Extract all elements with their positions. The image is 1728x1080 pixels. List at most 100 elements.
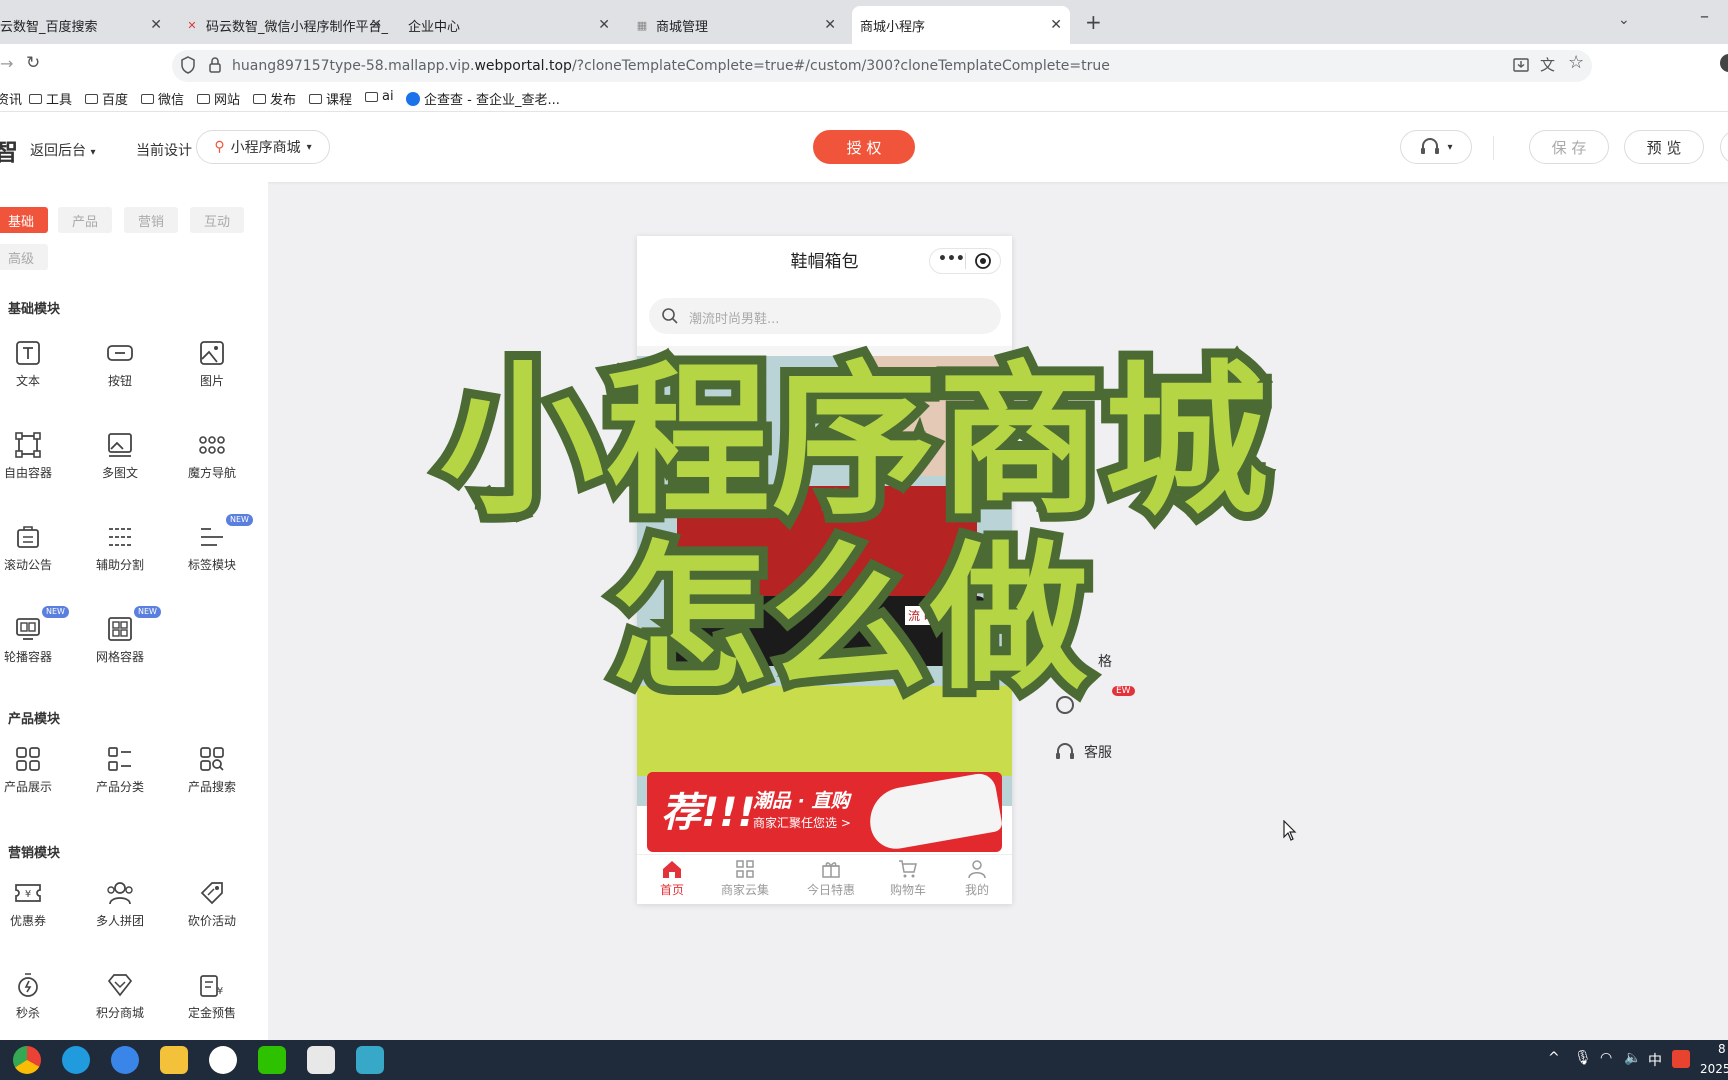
module-image[interactable]: 图片 bbox=[166, 328, 258, 404]
module-product-search[interactable]: 产品搜索 bbox=[166, 734, 258, 810]
browser-tab[interactable]: 企业中心 ✕ bbox=[400, 6, 618, 44]
chevron-down-icon[interactable]: ⌄ bbox=[1618, 12, 1630, 28]
module-flash-sale[interactable]: 秒杀 bbox=[0, 960, 74, 1036]
bookmark-folder[interactable]: 工具 bbox=[29, 89, 72, 108]
nav-home[interactable]: 首页 bbox=[637, 859, 707, 898]
module-product-category[interactable]: 产品分类 bbox=[74, 734, 166, 810]
bookmark-folder[interactable]: 课程 bbox=[309, 89, 352, 108]
close-icon[interactable]: ✕ bbox=[598, 17, 610, 33]
user-icon bbox=[968, 860, 986, 879]
star-icon[interactable]: ☆ bbox=[1568, 52, 1584, 73]
bookmark-folder[interactable]: 发布 bbox=[253, 89, 296, 108]
overlay-title-line1: 小程序商城 bbox=[431, 346, 1277, 537]
wifi-icon[interactable]: ◠ bbox=[1600, 1050, 1612, 1066]
reload-icon[interactable]: ↻ bbox=[26, 53, 40, 73]
browser-tab[interactable]: ✕ 码云数智_微信小程序制作平台_ ✕ bbox=[176, 6, 390, 44]
close-icon[interactable]: ✕ bbox=[370, 17, 382, 33]
folder-icon bbox=[141, 93, 154, 104]
category-tab-product[interactable]: 产品 bbox=[58, 207, 112, 233]
module-button[interactable]: 按钮 bbox=[74, 328, 166, 404]
app-icon[interactable] bbox=[356, 1046, 384, 1074]
more-button[interactable] bbox=[1720, 130, 1728, 164]
bookmark-folder[interactable]: 百度 bbox=[85, 89, 128, 108]
category-tab-marketing[interactable]: 营销 bbox=[124, 207, 178, 233]
authorize-button[interactable]: 授 权 bbox=[813, 130, 915, 164]
microphone-icon[interactable]: 🎙 bbox=[1574, 1050, 1592, 1066]
close-icon[interactable]: ✕ bbox=[824, 17, 836, 33]
bookmark-folder[interactable]: ai bbox=[365, 89, 394, 104]
profile-icon[interactable] bbox=[1720, 54, 1728, 72]
notice-icon bbox=[17, 526, 39, 548]
sogou-ime-icon[interactable] bbox=[1672, 1050, 1690, 1068]
customer-service-button[interactable]: 客服 bbox=[1054, 742, 1112, 762]
support-dropdown[interactable]: ▾ bbox=[1400, 130, 1472, 164]
close-icon[interactable]: ✕ bbox=[150, 17, 162, 33]
bookmark-folder[interactable]: 微信 bbox=[141, 89, 184, 108]
category-tab-advanced[interactable]: 高级 bbox=[0, 244, 48, 270]
module-divider[interactable]: 辅助分割 bbox=[74, 512, 166, 588]
minimize-icon[interactable]: – bbox=[1700, 6, 1709, 27]
lock-icon[interactable] bbox=[208, 56, 222, 74]
browser-tab[interactable]: ▦ 商城管理 ✕ bbox=[626, 6, 844, 44]
nav-mine[interactable]: 我的 bbox=[942, 859, 1012, 898]
more-dots-icon[interactable]: ••• bbox=[938, 251, 965, 267]
url-field[interactable]: huang897157type-58.mallapp.vip.webportal… bbox=[172, 50, 1592, 82]
volume-icon[interactable]: 🔈 bbox=[1624, 1050, 1641, 1066]
category-tab-basic[interactable]: 基础 bbox=[0, 207, 48, 233]
capsule-menu[interactable]: ••• bbox=[929, 248, 1001, 274]
module-label: 产品搜索 bbox=[187, 780, 236, 794]
app-icon[interactable] bbox=[307, 1046, 335, 1074]
preview-button[interactable]: 预 览 bbox=[1624, 130, 1704, 164]
nav-cart[interactable]: 购物车 bbox=[873, 859, 943, 898]
bookmark-item[interactable]: 资讯 bbox=[0, 89, 22, 108]
save-button[interactable]: 保 存 bbox=[1529, 130, 1609, 164]
module-multi-image-text[interactable]: 多图文 bbox=[74, 420, 166, 496]
close-icon[interactable]: ✕ bbox=[1050, 17, 1062, 33]
grid-favicon-icon: ▦ bbox=[636, 18, 648, 32]
chrome-icon[interactable] bbox=[13, 1046, 41, 1074]
bookmark-label: 百度 bbox=[102, 93, 129, 108]
sogou-browser-icon[interactable] bbox=[111, 1046, 139, 1074]
install-app-icon[interactable] bbox=[1512, 56, 1530, 74]
nav-deals[interactable]: 今日特惠 bbox=[796, 859, 866, 898]
translate-icon[interactable]: 文 bbox=[1540, 54, 1555, 75]
qq-icon[interactable] bbox=[209, 1046, 237, 1074]
module-product-display[interactable]: 产品展示 bbox=[0, 734, 74, 810]
promo-banner[interactable]: 荐!!! 潮品 · 直购 商家汇聚任您选 > bbox=[647, 772, 1002, 852]
new-badge: NEW bbox=[226, 514, 253, 526]
module-points-mall[interactable]: 积分商城 bbox=[74, 960, 166, 1036]
design-selector[interactable]: ⚲ 小程序商城 ▾ bbox=[196, 130, 330, 164]
close-target-icon[interactable] bbox=[974, 252, 992, 270]
module-coupon[interactable]: ¥ 优惠券 bbox=[0, 868, 74, 944]
tray-chevron-up-icon[interactable]: ^ bbox=[1548, 1050, 1560, 1066]
category-tab-interaction[interactable]: 互动 bbox=[190, 207, 244, 233]
module-scroll-notice[interactable]: 滚动公告 bbox=[0, 512, 74, 588]
shield-icon[interactable] bbox=[180, 56, 196, 74]
module-cube-nav[interactable]: 魔方导航 bbox=[166, 420, 258, 496]
search-icon bbox=[662, 308, 678, 324]
wechat-icon[interactable] bbox=[258, 1046, 286, 1074]
clock-time[interactable]: 8 bbox=[1718, 1042, 1726, 1056]
bookmark-item[interactable]: 企查查 - 查企业_查老... bbox=[406, 89, 560, 108]
ime-indicator[interactable]: 中 bbox=[1648, 1050, 1662, 1070]
bookmark-folder[interactable]: 网站 bbox=[197, 89, 240, 108]
style-tool-label[interactable]: 格 bbox=[1098, 651, 1112, 671]
module-deposit-presale[interactable]: ¥ 定金预售 bbox=[166, 960, 258, 1036]
search-box[interactable]: 潮流时尚男鞋... bbox=[649, 298, 1001, 334]
forward-icon[interactable]: → bbox=[0, 54, 13, 73]
chevron-down-icon: ▾ bbox=[90, 147, 96, 158]
module-bargain[interactable]: 砍价活动 bbox=[166, 868, 258, 944]
nav-merchants[interactable]: 商家云集 bbox=[710, 859, 780, 898]
module-free-container[interactable]: 自由容器 bbox=[0, 420, 74, 496]
back-to-admin-button[interactable]: 返回后台 ▾ bbox=[30, 140, 95, 160]
browser-tab-active[interactable]: 商城小程序 ✕ bbox=[852, 6, 1070, 44]
section-title-product: 产品模块 bbox=[8, 712, 61, 727]
file-explorer-icon[interactable] bbox=[160, 1046, 188, 1074]
new-badge: NEW bbox=[42, 606, 69, 618]
module-group-buy[interactable]: 多人拼团 bbox=[74, 868, 166, 944]
module-text[interactable]: 文本 bbox=[0, 328, 74, 404]
clock-date[interactable]: 2025 bbox=[1700, 1062, 1728, 1076]
new-tab-button[interactable]: + bbox=[1085, 10, 1102, 34]
edge-icon[interactable] bbox=[62, 1046, 90, 1074]
browser-tab[interactable]: 云数智_百度搜索 ✕ bbox=[0, 6, 170, 44]
